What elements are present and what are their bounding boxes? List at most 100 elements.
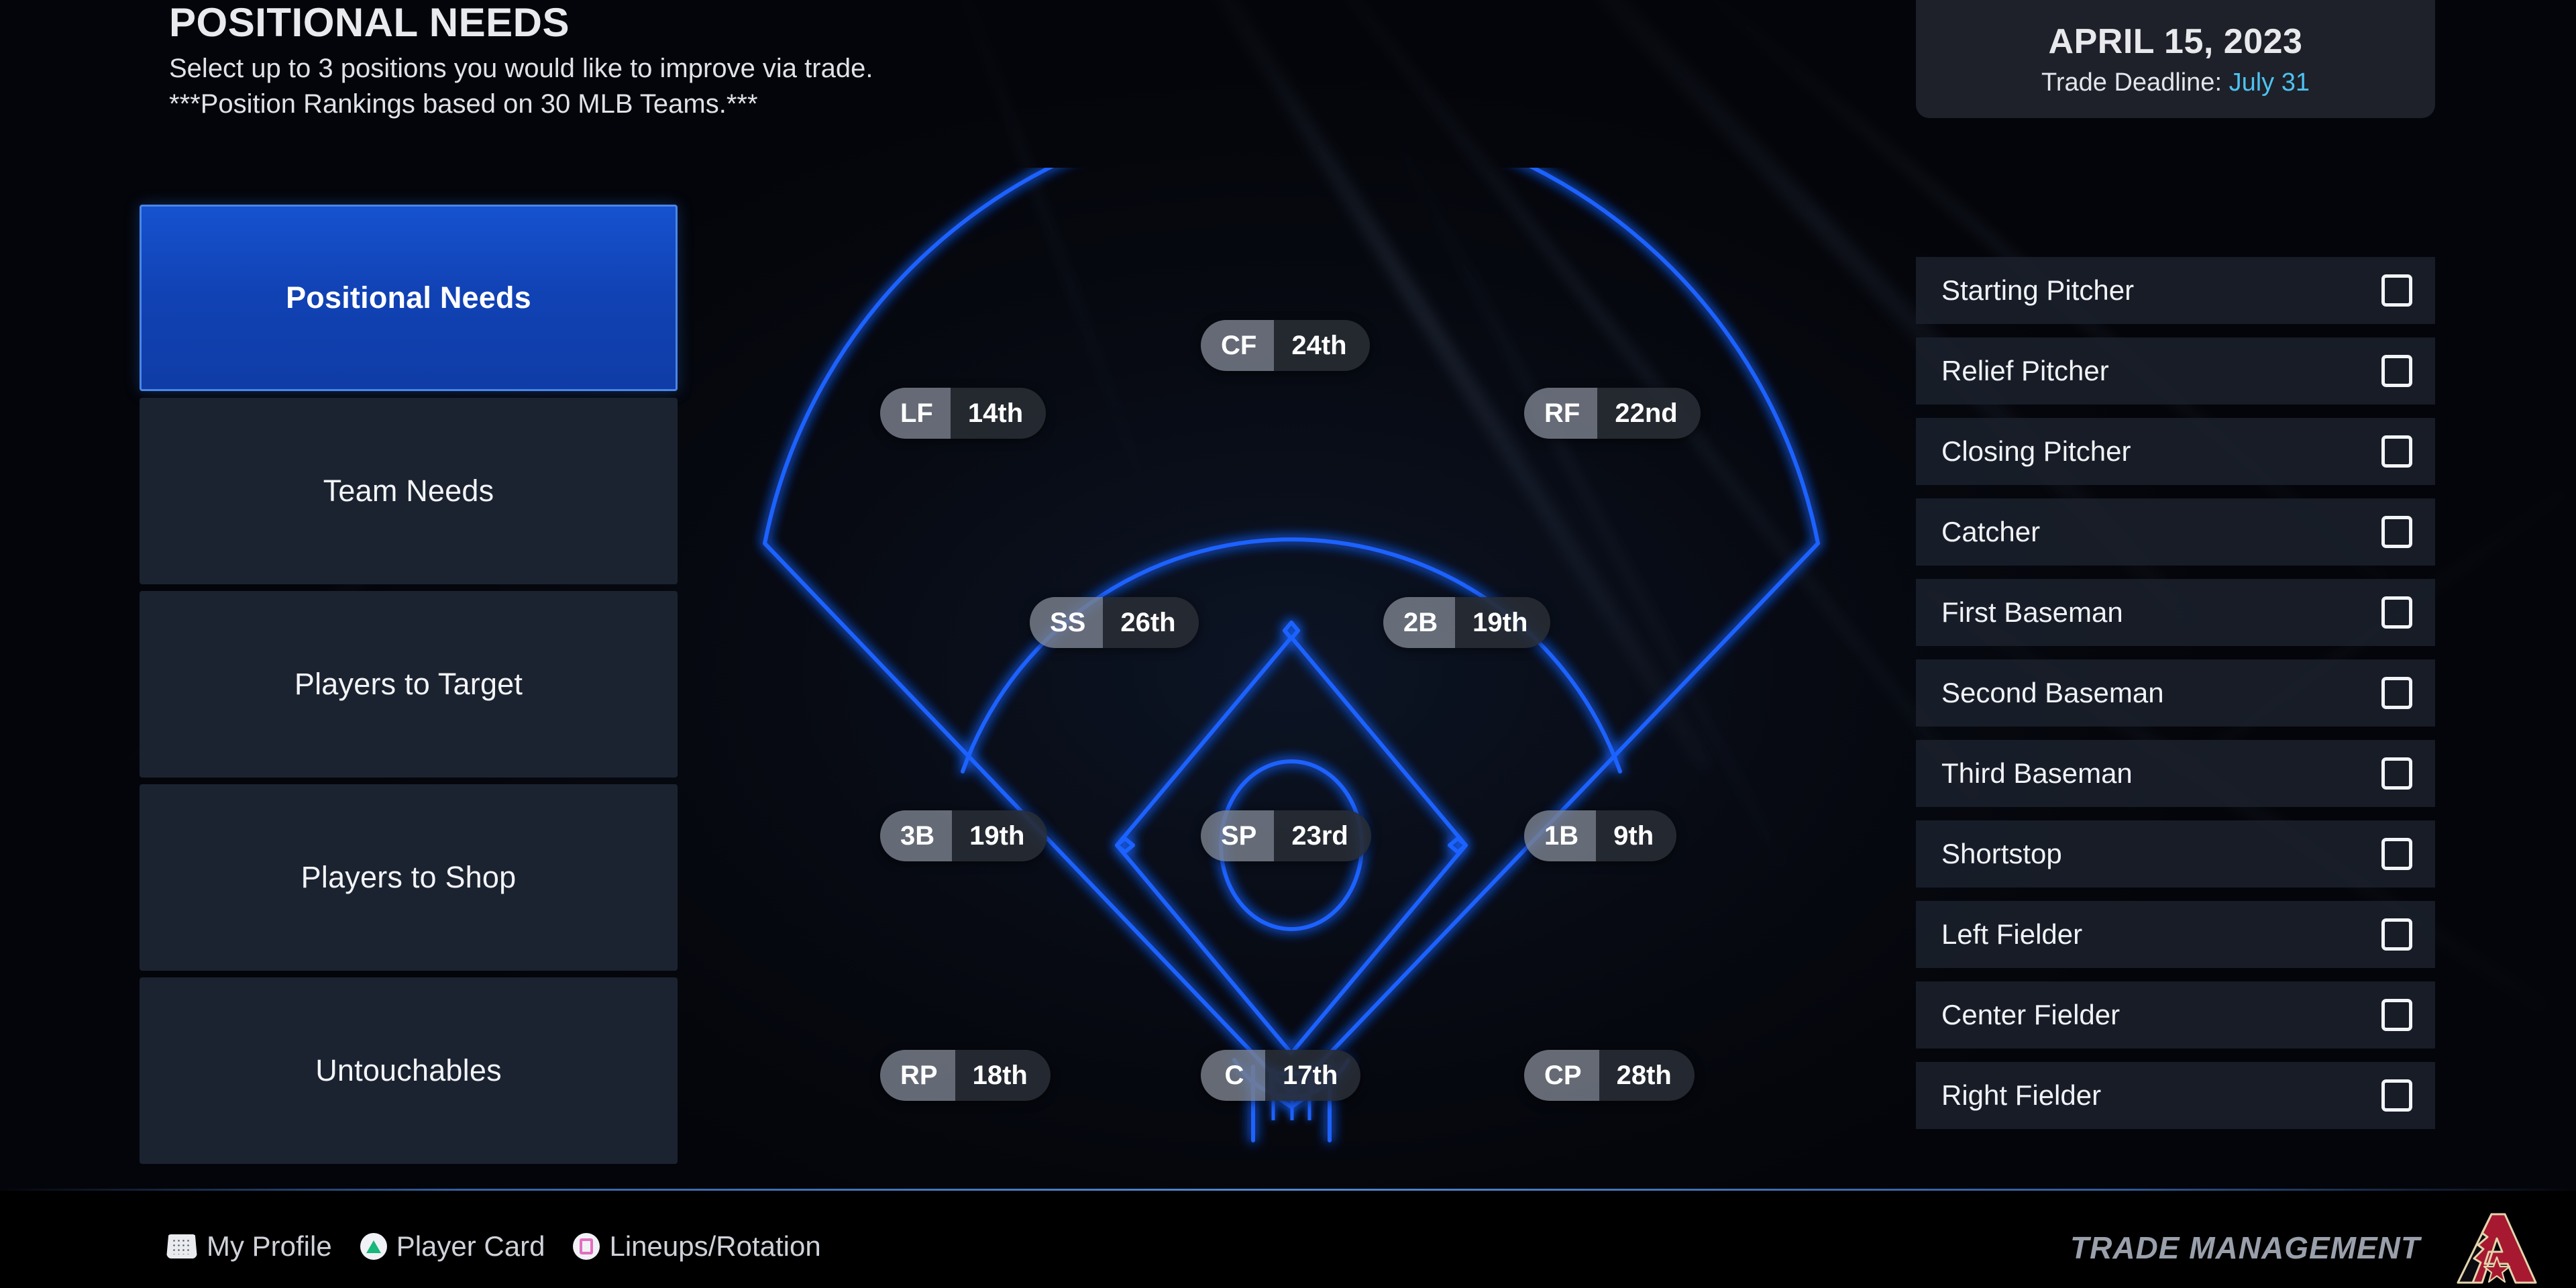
field-badge-position: SS (1030, 597, 1104, 648)
sidebar-item-label: Players to Target (294, 667, 523, 701)
checkbox-icon[interactable] (2381, 918, 2412, 951)
checklist-row-left-fielder[interactable]: Left Fielder (1916, 901, 2435, 968)
page-subtitle-line1: Select up to 3 positions you would like … (169, 54, 873, 83)
checkbox-icon[interactable] (2381, 999, 2412, 1031)
field-badge-rank: 19th (1455, 597, 1551, 648)
checkbox-icon[interactable] (2381, 757, 2412, 790)
checklist-label: Third Baseman (1941, 757, 2133, 789)
current-date: APRIL 15, 2023 (2048, 21, 2303, 61)
field-badge-rank: 22nd (1597, 388, 1701, 439)
page-subtitle-line2: ***Position Rankings based on 30 MLB Tea… (169, 89, 758, 119)
field-badge-rf[interactable]: RF 22nd (1524, 388, 1701, 439)
field-badge-position: LF (880, 388, 951, 439)
field-badge-rank: 23rd (1274, 810, 1371, 861)
checkbox-icon[interactable] (2381, 1079, 2412, 1112)
field-badge-rank: 14th (950, 388, 1046, 439)
action-player-card[interactable]: Player Card (360, 1230, 545, 1263)
checklist-row-relief-pitcher[interactable]: Relief Pitcher (1916, 337, 2435, 405)
arizona-diamondbacks-logo-icon (2443, 1208, 2544, 1288)
touchpad-icon (166, 1234, 197, 1258)
checklist-label: First Baseman (1941, 596, 2123, 628)
checklist-label: Left Fielder (1941, 918, 2083, 950)
checklist-row-right-fielder[interactable]: Right Fielder (1916, 1062, 2435, 1129)
field-badge-rank: 9th (1596, 810, 1677, 861)
sidebar-item-team-needs[interactable]: Team Needs (140, 398, 678, 584)
page-title: POSITIONAL NEEDS (169, 0, 570, 45)
action-lineups-rotation[interactable]: Lineups/Rotation (573, 1230, 821, 1263)
checkbox-icon[interactable] (2381, 274, 2412, 307)
date-card: APRIL 15, 2023 Trade Deadline: July 31 (1916, 0, 2435, 118)
field-badge-position: C (1201, 1050, 1265, 1101)
triangle-button-icon (360, 1233, 387, 1260)
baseball-field-diagram (698, 168, 1885, 1174)
checklist-row-second-baseman[interactable]: Second Baseman (1916, 659, 2435, 727)
sidebar-nav: Positional Needs Team Needs Players to T… (140, 205, 678, 1171)
checklist-label: Starting Pitcher (1941, 274, 2135, 306)
field-badge-rank: 26th (1103, 597, 1199, 648)
square-button-icon (573, 1233, 600, 1260)
field-badge-position: RF (1524, 388, 1598, 439)
checklist-row-starting-pitcher[interactable]: Starting Pitcher (1916, 257, 2435, 324)
trade-deadline: Trade Deadline: July 31 (2041, 68, 2310, 97)
field-badge-rank: 19th (952, 810, 1048, 861)
field-badge-rank: 17th (1265, 1050, 1361, 1101)
checkbox-icon[interactable] (2381, 516, 2412, 548)
trade-deadline-value: July 31 (2229, 68, 2310, 97)
checklist-row-center-fielder[interactable]: Center Fielder (1916, 981, 2435, 1049)
field-badge-c[interactable]: C 17th (1201, 1050, 1361, 1101)
screen-root: POSITIONAL NEEDS Select up to 3 position… (0, 0, 2576, 1288)
checkbox-icon[interactable] (2381, 838, 2412, 870)
checkbox-icon[interactable] (2381, 355, 2412, 387)
checklist-label: Shortstop (1941, 838, 2062, 869)
field-badge-rank: 28th (1599, 1050, 1695, 1101)
sidebar-item-positional-needs[interactable]: Positional Needs (140, 205, 678, 391)
checklist-label: Catcher (1941, 516, 2041, 547)
sidebar-item-players-to-shop[interactable]: Players to Shop (140, 784, 678, 971)
field-badge-rank: 18th (955, 1050, 1051, 1101)
field-badge-position: 1B (1524, 810, 1597, 861)
trade-deadline-label: Trade Deadline: (2041, 68, 2222, 97)
field-badge-cp[interactable]: CP 28th (1524, 1050, 1695, 1101)
checklist-label: Second Baseman (1941, 677, 2164, 708)
field-badge-2b[interactable]: 2B 19th (1383, 597, 1551, 648)
checkbox-icon[interactable] (2381, 596, 2412, 629)
field-badge-position: CP (1524, 1050, 1599, 1101)
bottom-branding: TRADE MANAGEMENT (2070, 1208, 2576, 1288)
checklist-label: Closing Pitcher (1941, 435, 2131, 467)
checklist-row-first-baseman[interactable]: First Baseman (1916, 579, 2435, 646)
checklist-label: Relief Pitcher (1941, 355, 2109, 386)
checklist-label: Right Fielder (1941, 1079, 2102, 1111)
sidebar-item-label: Untouchables (315, 1053, 502, 1087)
checkbox-icon[interactable] (2381, 435, 2412, 468)
field-badge-position: CF (1201, 320, 1275, 371)
page-header: POSITIONAL NEEDS Select up to 3 position… (169, 1, 873, 121)
sidebar-item-label: Team Needs (323, 474, 494, 508)
sidebar-item-label: Positional Needs (286, 280, 531, 315)
sidebar-item-untouchables[interactable]: Untouchables (140, 977, 678, 1164)
sidebar-item-label: Players to Shop (301, 860, 517, 894)
checklist-label: Center Fielder (1941, 999, 2121, 1030)
action-my-profile[interactable]: My Profile (166, 1230, 332, 1263)
field-badge-sp[interactable]: SP 23rd (1201, 810, 1371, 861)
action-label: My Profile (207, 1230, 332, 1262)
checkbox-icon[interactable] (2381, 677, 2412, 709)
checklist-row-third-baseman[interactable]: Third Baseman (1916, 740, 2435, 807)
checklist-row-closing-pitcher[interactable]: Closing Pitcher (1916, 418, 2435, 485)
field-badge-3b[interactable]: 3B 19th (880, 810, 1048, 861)
checklist-row-catcher[interactable]: Catcher (1916, 498, 2435, 566)
field-badge-position: SP (1201, 810, 1275, 861)
bottom-actions: My Profile Player Card Lineups/Rotation (166, 1230, 849, 1263)
action-label: Player Card (396, 1230, 545, 1262)
field-badge-lf[interactable]: LF 14th (880, 388, 1046, 439)
checklist-row-shortstop[interactable]: Shortstop (1916, 820, 2435, 888)
field-badge-ss[interactable]: SS 26th (1030, 597, 1199, 648)
field-badge-cf[interactable]: CF 24th (1201, 320, 1370, 371)
sidebar-item-players-to-target[interactable]: Players to Target (140, 591, 678, 777)
field-badge-rank: 24th (1274, 320, 1370, 371)
action-label: Lineups/Rotation (609, 1230, 821, 1262)
field-badge-rp[interactable]: RP 18th (880, 1050, 1051, 1101)
field-badge-1b[interactable]: 1B 9th (1524, 810, 1677, 861)
field-badge-position: RP (880, 1050, 955, 1101)
position-checklist: Starting Pitcher Relief Pitcher Closing … (1916, 257, 2435, 1142)
field-badge-position: 3B (880, 810, 953, 861)
